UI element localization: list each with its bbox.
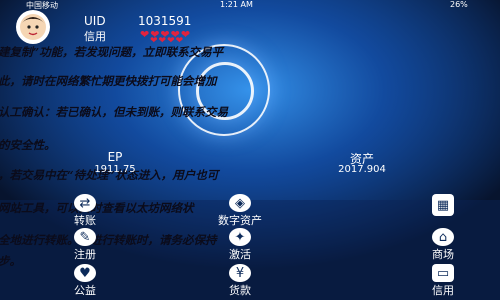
grid-item-loan[interactable]: ¥ 货款: [200, 264, 280, 298]
qrcode-icon: ▦: [432, 194, 454, 216]
grid-item-charity[interactable]: ♥ 公益: [60, 264, 110, 298]
overlay-text-line: 此，请时在网络繁忙期更快拨打可能会增加: [0, 74, 217, 88]
battery-text: 26%: [450, 0, 468, 9]
grid-item-label: 信用: [432, 284, 454, 297]
grid-item-label: 货款: [229, 284, 251, 297]
credit-card-icon: ▭: [432, 264, 454, 282]
overlay-text-line: 建复制”功能，若发现问题，立即联系交易平: [0, 45, 224, 59]
grid-item-credit[interactable]: ▭ 信用: [418, 264, 468, 298]
overlay-text-line: 认工确认：若已确认，但未到账，则联系交易: [0, 105, 228, 119]
grid-item-label: 激活: [229, 248, 251, 261]
grid-item-label: 转账: [74, 214, 96, 227]
register-icon: ✎: [74, 228, 96, 246]
overlay-text-line: 的安全性。: [0, 138, 56, 152]
uid-label: UID: [84, 14, 106, 28]
grid-item-label: 数字资产: [218, 214, 262, 227]
grid-item-activate[interactable]: ✦ 激活: [200, 228, 280, 262]
grid-item-label: 商场: [432, 248, 454, 261]
transfer-icon: ⇄: [74, 194, 96, 212]
status-bar: 中国移动 1:21 AM 26%: [0, 0, 500, 10]
grid-item-label: 公益: [74, 284, 96, 297]
avatar-face-icon: [20, 14, 46, 40]
grid-item-mall[interactable]: ⌂ 商场: [418, 228, 468, 262]
grid-item-label: 注册: [74, 248, 96, 261]
uid-value: 1031591: [138, 14, 192, 28]
mall-icon: ⌂: [432, 228, 454, 246]
balance-asset-value: 2017.904: [338, 164, 386, 175]
loan-icon: ¥: [229, 264, 251, 282]
balance-ep-value: 1911.75: [94, 164, 136, 175]
grid-item-transfer[interactable]: ⇄ 转账: [60, 194, 110, 228]
activate-icon: ✦: [229, 228, 251, 246]
time-text: 1:21 AM: [220, 0, 253, 9]
balance-ep-label: EP: [107, 150, 123, 164]
digital-asset-icon: ◈: [229, 194, 251, 212]
charity-icon: ♥: [74, 264, 96, 282]
grid-item-digital-asset[interactable]: ◈ 数字资产: [200, 194, 280, 228]
credit-label: 信用: [84, 30, 106, 43]
grid-item-register[interactable]: ✎ 注册: [60, 228, 110, 262]
grid-item-qrcode[interactable]: ▦: [418, 194, 468, 228]
overlay-text-line: 步。: [0, 254, 21, 268]
avatar[interactable]: [16, 10, 50, 44]
